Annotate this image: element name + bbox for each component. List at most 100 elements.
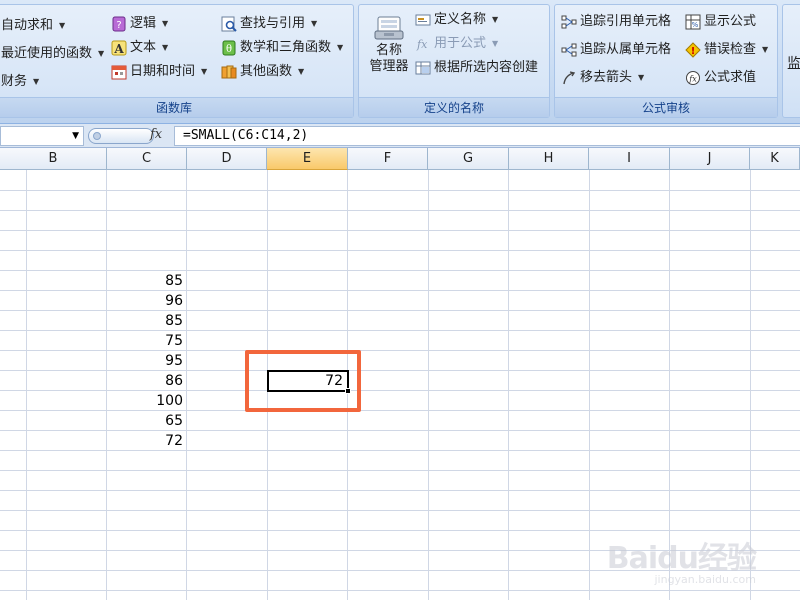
- grid-line: [0, 190, 800, 191]
- watch-window-group: 监: [782, 4, 800, 118]
- error-checking-label: 错误检查: [704, 42, 757, 57]
- chevron-down-icon: ▼: [762, 45, 769, 54]
- chevron-down-icon: ▼: [492, 15, 499, 24]
- name-manager-label-2: 管理器: [369, 59, 409, 74]
- svg-text:?: ?: [116, 20, 121, 31]
- formula-bar-resize-handle[interactable]: [88, 128, 154, 144]
- svg-text:!: !: [691, 46, 696, 57]
- define-name-button[interactable]: 定义名称 ▼: [415, 9, 498, 31]
- cell-c10[interactable]: 95: [107, 351, 187, 371]
- trace-dependents-button[interactable]: 追踪从属单元格: [561, 39, 671, 61]
- column-header-d[interactable]: D: [187, 148, 267, 170]
- remove-arrows-button[interactable]: 移去箭头 ▼: [561, 67, 644, 89]
- svg-text:%: %: [692, 21, 699, 29]
- finance-label: 财务: [1, 74, 28, 89]
- chevron-down-icon: ▼: [337, 43, 344, 52]
- chevron-down-icon: ▼: [311, 19, 318, 28]
- grid-line: [0, 550, 800, 551]
- date-time-button[interactable]: 日期和时间 ▼: [111, 61, 207, 83]
- column-header-k[interactable]: K: [750, 148, 800, 170]
- use-in-formula-label: 用于公式: [434, 36, 487, 51]
- name-box[interactable]: ▼: [0, 126, 84, 146]
- column-header-j[interactable]: J: [670, 148, 750, 170]
- column-header-e[interactable]: E: [267, 148, 348, 170]
- formula-input[interactable]: =SMALL(C6:C14,2): [174, 126, 800, 146]
- recent-functions-label: 最近使用的函数: [1, 46, 93, 61]
- name-manager-button[interactable]: 名称 管理器: [367, 11, 411, 97]
- column-header-g[interactable]: G: [428, 148, 509, 170]
- cell-c9[interactable]: 75: [107, 331, 187, 351]
- column-header-i[interactable]: I: [589, 148, 670, 170]
- trace-dependents-label: 追踪从属单元格: [580, 42, 672, 57]
- evaluate-formula-icon: fx: [685, 70, 701, 86]
- autosum-button[interactable]: 自动求和 ▼: [1, 15, 65, 37]
- chevron-down-icon[interactable]: ▼: [72, 131, 79, 141]
- function-library-group: 自动求和 ▼ 最近使用的函数 ▼ 财务 ▼ ? 逻辑 ▼ A 文本 ▼ 日期和时间 ▼ 查找…: [0, 4, 354, 118]
- cell-c13[interactable]: 65: [107, 411, 187, 431]
- column-header-c[interactable]: C: [107, 148, 187, 170]
- function-library-label: 函数库: [0, 97, 353, 117]
- cell-c11[interactable]: 86: [107, 371, 187, 391]
- remove-arrows-label: 移去箭头: [580, 70, 633, 85]
- logic-icon: ?: [111, 16, 127, 32]
- highlight-annotation: [245, 350, 361, 412]
- trace-precedents-button[interactable]: 追踪引用单元格: [561, 11, 671, 33]
- column-header-f[interactable]: F: [348, 148, 428, 170]
- more-functions-button[interactable]: 其他函数 ▼: [221, 61, 304, 83]
- recent-functions-button[interactable]: 最近使用的函数 ▼: [1, 43, 104, 65]
- chevron-down-icon: ▼: [492, 39, 499, 48]
- define-name-icon: [415, 12, 431, 28]
- baidu-watermark: Baidu经验 jingyan.baidu.com: [607, 533, 757, 586]
- grid-line: [0, 250, 800, 251]
- chevron-down-icon: ▼: [638, 73, 645, 82]
- chevron-down-icon: ▼: [59, 21, 66, 30]
- fx-icon: fx: [415, 36, 431, 52]
- grid-line: [0, 510, 800, 511]
- insert-function-button[interactable]: fx: [150, 127, 170, 145]
- formula-auditing-label: 公式审核: [555, 97, 777, 117]
- evaluate-formula-button[interactable]: fx 公式求值: [685, 67, 756, 89]
- cell-c7[interactable]: 96: [107, 291, 187, 311]
- create-from-selection-icon: [415, 60, 431, 76]
- cell-c8[interactable]: 85: [107, 311, 187, 331]
- text-label: 文本: [130, 40, 157, 55]
- show-formulas-button[interactable]: % 显示公式: [685, 11, 756, 33]
- formula-auditing-group: 追踪引用单元格 追踪从属单元格 移去箭头 ▼ % 显示公式 ! 错误检查 ▼ fx …: [554, 4, 778, 118]
- error-checking-button[interactable]: ! 错误检查 ▼: [685, 39, 768, 61]
- grid-line: [428, 170, 429, 600]
- math-trig-button[interactable]: θ 数学和三角函数 ▼: [221, 37, 343, 59]
- grid-line: [508, 170, 509, 600]
- chevron-down-icon: ▼: [162, 43, 169, 52]
- remove-arrows-icon: [561, 70, 577, 86]
- watch-window-button[interactable]: 监: [787, 53, 800, 75]
- name-manager-icon: [372, 13, 406, 43]
- create-from-selection-label: 根据所选内容创建: [434, 60, 539, 75]
- cell-c14[interactable]: 72: [107, 431, 187, 451]
- logic-button[interactable]: ? 逻辑 ▼: [111, 13, 168, 35]
- column-header-b[interactable]: B: [0, 148, 107, 170]
- autosum-label: 自动求和: [1, 18, 54, 33]
- svg-text:A: A: [113, 42, 124, 56]
- worksheet-grid[interactable]: B C D E F G H I J K 85 96 85 75 95 86 10…: [0, 148, 800, 600]
- cell-c12[interactable]: 100: [107, 391, 187, 411]
- cell-c6[interactable]: 85: [107, 271, 187, 291]
- date-time-label: 日期和时间: [130, 64, 196, 79]
- ribbon: 自动求和 ▼ 最近使用的函数 ▼ 财务 ▼ ? 逻辑 ▼ A 文本 ▼ 日期和时间 ▼ 查找…: [0, 0, 800, 124]
- defined-names-label: 定义的名称: [359, 97, 549, 117]
- grid-line: [0, 490, 800, 491]
- lookup-reference-button[interactable]: 查找与引用 ▼: [221, 13, 317, 35]
- trace-precedents-label: 追踪引用单元格: [580, 14, 672, 29]
- use-in-formula-button[interactable]: fx 用于公式 ▼: [415, 33, 498, 55]
- evaluate-formula-label: 公式求值: [704, 70, 757, 85]
- resize-dot-icon: [93, 132, 101, 140]
- lookup-icon: [221, 16, 237, 32]
- create-from-selection-button[interactable]: 根据所选内容创建: [415, 57, 538, 79]
- column-header-h[interactable]: H: [509, 148, 589, 170]
- grid-line: [0, 530, 800, 531]
- name-manager-label-1: 名称: [375, 43, 402, 58]
- finance-button[interactable]: 财务 ▼: [1, 71, 39, 93]
- show-formulas-icon: %: [685, 14, 701, 30]
- text-button[interactable]: A 文本 ▼: [111, 37, 168, 59]
- watch-window-label: 监: [787, 56, 800, 72]
- formula-bar: ▼ fx =SMALL(C6:C14,2): [0, 124, 800, 148]
